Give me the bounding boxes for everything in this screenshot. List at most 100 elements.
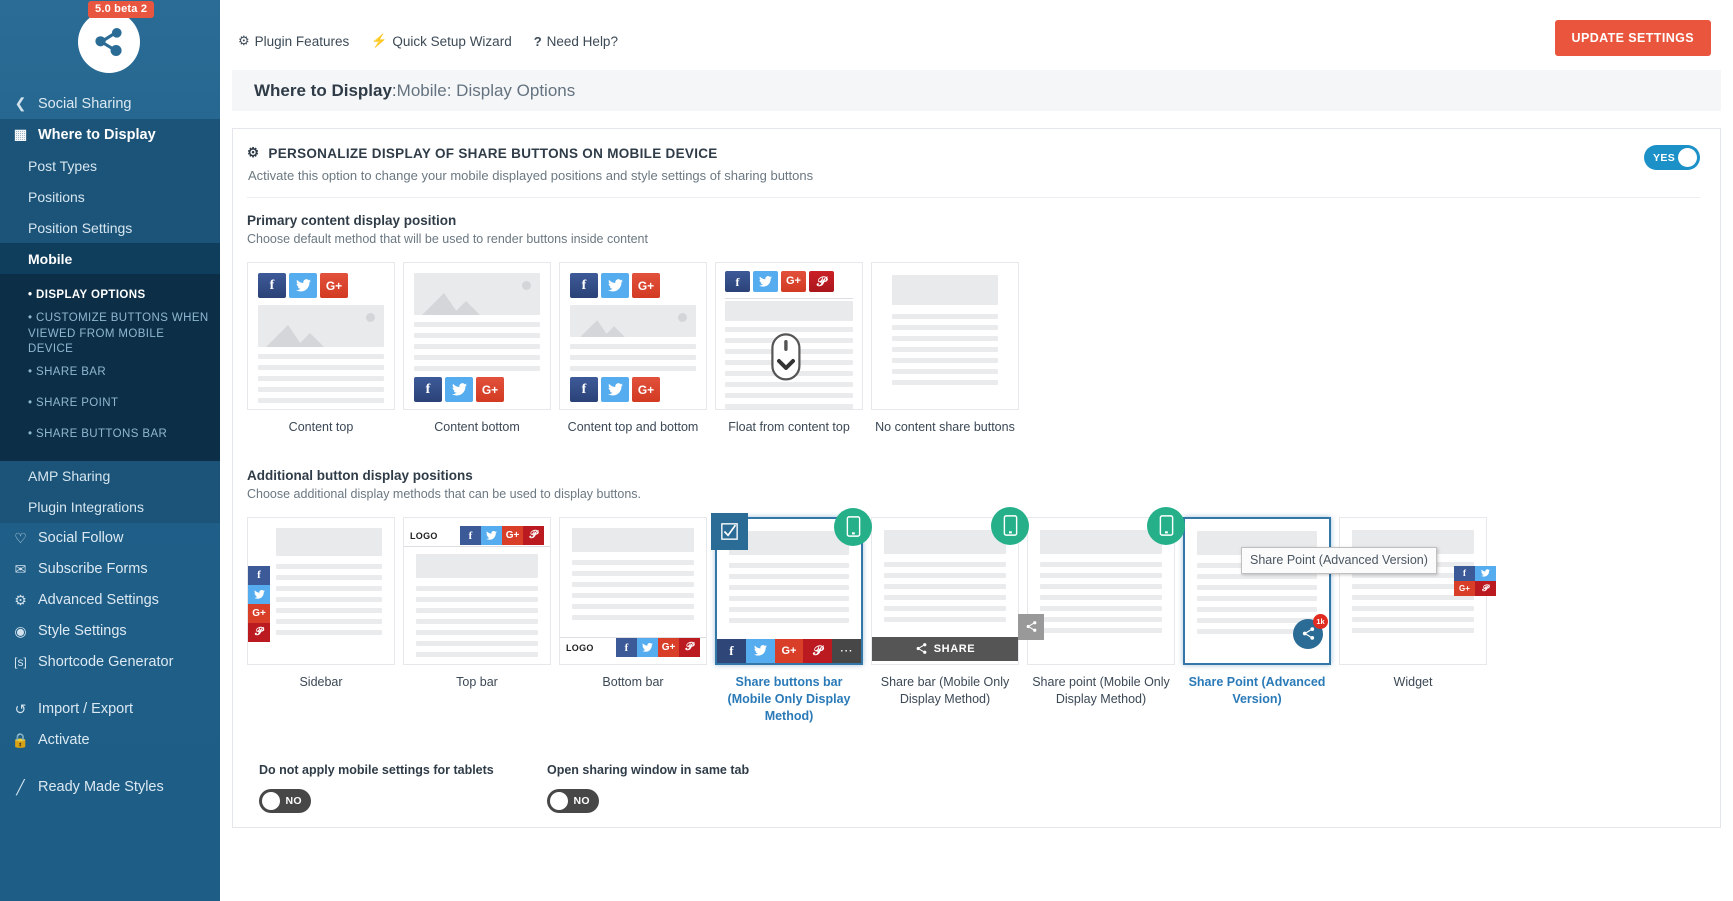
- version-badge: 5.0 beta 2: [88, 1, 154, 18]
- card-share-point-mobile[interactable]: Share point (Mobile Only Display Method): [1027, 517, 1175, 725]
- sidebar-item-amp-sharing[interactable]: AMP Sharing: [0, 461, 220, 492]
- sidebar-sub-label: AMP Sharing: [28, 468, 110, 484]
- sidebar-item-plugin-integrations[interactable]: Plugin Integrations: [0, 492, 220, 523]
- googleplus-icon: G+: [248, 604, 270, 623]
- share-buttons-row: f G+: [414, 377, 540, 402]
- option-label: Open sharing window in same tab: [547, 763, 749, 777]
- sidebar-item-import-export[interactable]: ↺ Import / Export: [0, 694, 220, 725]
- image-placeholder: [1040, 530, 1162, 554]
- link-need-help[interactable]: ? Need Help?: [534, 34, 618, 49]
- share-icon: [915, 642, 928, 655]
- sidebar-item-shortcode-generator[interactable]: [s] Shortcode Generator: [0, 647, 220, 678]
- sidebar-divider-2: [0, 756, 220, 772]
- layout-icon: ▦: [12, 126, 29, 143]
- sidebar-mobile-submenu: • DISPLAY OPTIONS • CUSTOMIZE BUTTONS WH…: [0, 274, 220, 461]
- primary-section-title: Primary content display position: [247, 213, 1700, 228]
- card-sidebar[interactable]: f G+ 𝒫 Sidebar: [247, 517, 395, 725]
- card-share-bar-mobile[interactable]: SHARE Share bar (Mobile Only Display Met…: [871, 517, 1019, 725]
- sidebar-item-mobile[interactable]: Mobile: [0, 243, 220, 274]
- card-preview: f G+ 𝒫: [1339, 517, 1487, 665]
- sidebar-item-style-settings[interactable]: ◉ Style Settings: [0, 616, 220, 647]
- card-content-top-and-bottom[interactable]: f G+ f: [559, 262, 707, 436]
- checkbox-checked-icon[interactable]: [711, 513, 748, 550]
- same-tab-toggle[interactable]: NO: [547, 789, 599, 813]
- update-settings-button[interactable]: UPDATE SETTINGS: [1555, 20, 1711, 56]
- facebook-icon: f: [616, 638, 637, 657]
- option-same-tab: Open sharing window in same tab NO: [547, 763, 749, 813]
- sidebar-item-where-to-display[interactable]: ▦ Where to Display: [0, 119, 220, 150]
- facebook-icon: f: [414, 377, 442, 402]
- additional-section-title: Additional button display positions: [247, 468, 1700, 483]
- sidebar-item-positions[interactable]: Positions: [0, 181, 220, 212]
- sidebar-sub-label: Positions: [28, 189, 85, 205]
- pinterest-icon: 𝒫: [523, 526, 544, 545]
- dot-decor: [366, 313, 375, 322]
- card-top-bar[interactable]: LOGO f G+ 𝒫: [403, 517, 551, 725]
- facebook-icon: f: [1454, 566, 1475, 581]
- sidebar-item-subscribe-forms[interactable]: ✉ Subscribe Forms: [0, 554, 220, 585]
- tooltip-share-point-advanced: Share Point (Advanced Version): [1241, 547, 1437, 574]
- card-no-content-share-buttons[interactable]: No content share buttons: [871, 262, 1019, 436]
- link-label: Plugin Features: [255, 34, 350, 49]
- sidebar-item-label: Import / Export: [38, 701, 133, 717]
- text-lines: [570, 344, 696, 371]
- image-placeholder: [416, 554, 538, 578]
- settings-panel: ⚙ PERSONALIZE DISPLAY OF SHARE BUTTONS O…: [232, 128, 1721, 828]
- mobile-only-icon: [991, 507, 1029, 545]
- card-label: Sidebar: [247, 674, 395, 691]
- sidebar-sub2-label: • SHARE POINT: [28, 396, 118, 412]
- sidebar-item-share-bar[interactable]: • SHARE BAR: [0, 358, 220, 389]
- panel-heading: ⚙ PERSONALIZE DISPLAY OF SHARE BUTTONS O…: [247, 145, 1700, 161]
- dot-decor: [678, 313, 687, 322]
- sidebar-sub2-label: • CUSTOMIZE BUTTONS WHEN VIEWED FROM MOB…: [28, 311, 212, 358]
- sidebar-item-position-settings[interactable]: Position Settings: [0, 212, 220, 243]
- card-bottom-bar[interactable]: LOGO f G+ 𝒫 Bottom bar: [559, 517, 707, 725]
- share-buttons-row-bottom: f G+: [570, 377, 696, 402]
- sidebar-item-customize-buttons[interactable]: • CUSTOMIZE BUTTONS WHEN VIEWED FROM MOB…: [0, 311, 220, 358]
- sidebar-item-ready-made-styles[interactable]: ╱ Ready Made Styles: [0, 772, 220, 803]
- sidebar-item-share-buttons-bar[interactable]: • SHARE BUTTONS BAR: [0, 420, 220, 451]
- image-placeholder: [884, 530, 1006, 554]
- card-preview: f G+ 𝒫: [247, 517, 395, 665]
- card-preview: 1k: [1183, 517, 1331, 665]
- sidebar-sub2-label: • DISPLAY OPTIONS: [28, 288, 146, 304]
- googleplus-icon: G+: [320, 273, 348, 298]
- sidebar-item-share-point[interactable]: • SHARE POINT: [0, 389, 220, 420]
- pinterest-icon: 𝒫: [248, 623, 270, 642]
- card-share-buttons-bar[interactable]: f G+ 𝒫 ⋯ Share buttons bar (Mobile Only …: [715, 517, 863, 725]
- googleplus-icon: G+: [632, 273, 660, 298]
- sidebar-item-display-options[interactable]: • DISPLAY OPTIONS: [0, 280, 220, 311]
- card-label: Top bar: [403, 674, 551, 691]
- card-content-bottom[interactable]: f G+ Content bottom: [403, 262, 551, 436]
- sidebar-item-social-sharing[interactable]: ❮ Social Sharing: [0, 88, 220, 119]
- sidebar-divider: [0, 678, 220, 694]
- share-icon: ❮: [12, 95, 29, 112]
- card-content-top[interactable]: f G+ Content top: [247, 262, 395, 436]
- sidebar-item-social-follow[interactable]: ♡ Social Follow: [0, 523, 220, 554]
- sidebar-item-label: Advanced Settings: [38, 592, 159, 608]
- logo-text: LOGO: [566, 643, 594, 653]
- card-preview: f G+: [247, 262, 395, 410]
- image-placeholder: [276, 528, 382, 556]
- sidebar-item-advanced-settings[interactable]: ⚙ Advanced Settings: [0, 585, 220, 616]
- link-plugin-features[interactable]: ⚙ Plugin Features: [238, 33, 349, 49]
- tablets-toggle[interactable]: NO: [259, 789, 311, 813]
- sidebar-item-activate[interactable]: 🔒 Activate: [0, 725, 220, 756]
- link-quick-setup-wizard[interactable]: ⚡ Quick Setup Wizard: [371, 33, 511, 49]
- sidebar-item-label: Social Sharing: [38, 96, 132, 112]
- card-float-from-content-top[interactable]: f G+ 𝒫: [715, 262, 863, 436]
- share-point-button: [1018, 614, 1044, 640]
- sidebar-share-buttons: f G+ 𝒫: [248, 566, 270, 642]
- sidebar-item-post-types[interactable]: Post Types: [0, 150, 220, 181]
- sidebar-item-label: Style Settings: [38, 623, 127, 639]
- card-preview: [1027, 517, 1175, 665]
- pinterest-icon: 𝒫: [809, 271, 834, 292]
- mobile-only-icon: [834, 508, 872, 546]
- widget-share-buttons: f G+ 𝒫: [1454, 566, 1496, 596]
- bottom-bar-strip: LOGO f G+ 𝒫: [560, 637, 706, 658]
- additional-cards: f G+ 𝒫 Sidebar LOGO f G+: [247, 517, 1700, 725]
- bolt-icon: ⚡: [371, 33, 387, 49]
- personalize-toggle[interactable]: YES: [1644, 145, 1700, 170]
- toggle-knob: [1678, 148, 1697, 167]
- text-lines: [884, 562, 1006, 622]
